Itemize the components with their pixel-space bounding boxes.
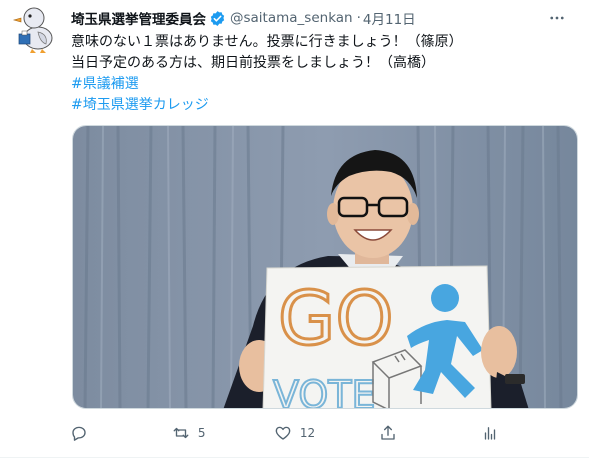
- avatar[interactable]: [10, 4, 58, 54]
- tweet-text: 意味のない１票はありません。投票に行きましょう！（篠原） 当日予定のある方は、期…: [71, 32, 577, 116]
- retweet-count: 5: [197, 426, 206, 440]
- like-count: 12: [299, 426, 316, 440]
- retweet-icon: [164, 418, 198, 448]
- like-icon: [266, 418, 300, 448]
- share-button[interactable]: [371, 418, 417, 448]
- sign-vote-text: VOTE: [273, 373, 375, 409]
- reply-button[interactable]: [62, 418, 108, 448]
- duck-mascot-icon: [12, 7, 53, 53]
- analytics-icon: [473, 418, 507, 448]
- verified-badge-icon: [209, 10, 226, 27]
- more-icon[interactable]: [543, 4, 571, 32]
- hashtag-link-2[interactable]: #埼玉県選挙カレッジ: [71, 95, 577, 116]
- tweet-photo[interactable]: GO VOTE: [72, 125, 578, 409]
- hashtag-link-1[interactable]: #県議補選: [71, 74, 577, 95]
- tweet-card[interactable]: 埼玉県選挙管理委員会 @saitama_senkan · 4月11日 意味のない…: [0, 0, 589, 458]
- analytics-button[interactable]: [473, 418, 507, 448]
- photo-person-holding-sign: GO VOTE: [73, 126, 577, 409]
- tweet-text-line-1: 意味のない１票はありません。投票に行きましょう！（篠原）: [71, 34, 463, 50]
- reply-icon: [62, 418, 96, 448]
- retweet-button[interactable]: 5: [164, 418, 210, 448]
- tweet-date[interactable]: 4月11日: [363, 8, 416, 28]
- tweet-text-line-2: 当日予定のある方は、期日前投票をしましょう！（高橋）: [71, 55, 435, 71]
- author-name[interactable]: 埼玉県選挙管理委員会: [71, 8, 206, 28]
- tweet-action-bar: 5 12: [62, 418, 507, 448]
- sign-go-text: GO: [278, 276, 394, 362]
- like-button[interactable]: 12: [266, 418, 315, 448]
- tweet-header: 埼玉県選挙管理委員会 @saitama_senkan · 4月11日: [71, 8, 577, 28]
- header-separator: ·: [356, 10, 361, 26]
- author-handle[interactable]: @saitama_senkan: [230, 10, 353, 26]
- share-icon: [371, 418, 405, 448]
